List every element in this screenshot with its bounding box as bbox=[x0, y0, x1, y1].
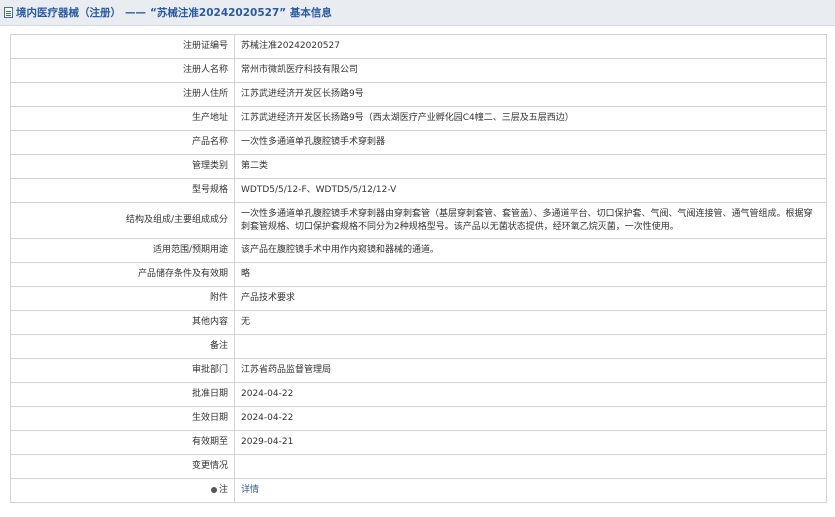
row-label: 注册人住所 bbox=[10, 82, 235, 107]
row-label: 结构及组成/主要组成成分 bbox=[10, 202, 235, 239]
detail-link[interactable]: 详情 bbox=[241, 485, 259, 495]
row-label: 生产地址 bbox=[10, 106, 235, 131]
row-value: 江苏武进经济开发区长扬路9号（西太湖医疗产业孵化园C4幢二、三层及五层西边） bbox=[234, 106, 827, 131]
row-value: 一次性多通道单孔腹腔镜手术穿刺器 bbox=[234, 130, 827, 155]
bullet-icon bbox=[210, 486, 217, 493]
row-label: 管理类别 bbox=[10, 154, 235, 179]
table-row: 注册证编号 苏械注准20242020527 bbox=[10, 34, 827, 59]
row-value: 2024-04-22 bbox=[234, 406, 827, 431]
row-label: 产品名称 bbox=[10, 130, 235, 155]
table-row: 批准日期 2024-04-22 bbox=[10, 382, 827, 407]
row-label: 备注 bbox=[10, 334, 235, 359]
row-value: 江苏武进经济开发区长扬路9号 bbox=[234, 82, 827, 107]
table-row: 有效期至 2029-04-21 bbox=[10, 430, 827, 455]
table-row: 变更情况 bbox=[10, 454, 827, 479]
table-row: 附件 产品技术要求 bbox=[10, 286, 827, 311]
row-value: 2024-04-22 bbox=[234, 382, 827, 407]
row-label: 有效期至 bbox=[10, 430, 235, 455]
row-label: 变更情况 bbox=[10, 454, 235, 479]
table-row: 备注 bbox=[10, 334, 827, 359]
page-header: 境内医疗器械（注册） —— “苏械注准20242020527” 基本信息 bbox=[0, 0, 835, 26]
table-row: 注册人名称 常州市微凯医疗科技有限公司 bbox=[10, 58, 827, 83]
table-row: 注册人住所 江苏武进经济开发区长扬路9号 bbox=[10, 82, 827, 107]
row-value: WDTD5/5/12-F、WDTD5/5/12/12-V bbox=[234, 178, 827, 203]
row-value bbox=[234, 454, 827, 479]
row-label: 审批部门 bbox=[10, 358, 235, 383]
row-label: 注册人名称 bbox=[10, 58, 235, 83]
table-row: 审批部门 江苏省药品监督管理局 bbox=[10, 358, 827, 383]
row-label: 型号规格 bbox=[10, 178, 235, 203]
row-value: 产品技术要求 bbox=[234, 286, 827, 311]
row-label: 适用范围/预期用途 bbox=[10, 238, 235, 263]
table-row: 适用范围/预期用途 该产品在腹腔镜手术中用作内窥镜和器械的通道。 bbox=[10, 238, 827, 263]
row-value: 详情 bbox=[234, 478, 827, 503]
row-label: 其他内容 bbox=[10, 310, 235, 335]
row-value: 苏械注准20242020527 bbox=[234, 34, 827, 59]
row-value bbox=[234, 334, 827, 359]
row-value: 一次性多通道单孔腹腔镜手术穿刺器由穿刺套管（基层穿刺套管、套管盖）、多通道平台、… bbox=[234, 202, 827, 239]
row-value: 该产品在腹腔镜手术中用作内窥镜和器械的通道。 bbox=[234, 238, 827, 263]
row-value: 无 bbox=[234, 310, 827, 335]
table-row: 生效日期 2024-04-22 bbox=[10, 406, 827, 431]
row-label: 注册证编号 bbox=[10, 34, 235, 59]
row-label: 附件 bbox=[10, 286, 235, 311]
row-label: 批准日期 bbox=[10, 382, 235, 407]
row-label: 产品储存条件及有效期 bbox=[10, 262, 235, 287]
row-value: 常州市微凯医疗科技有限公司 bbox=[234, 58, 827, 83]
row-value: 第二类 bbox=[234, 154, 827, 179]
row-label: 注 bbox=[10, 478, 235, 503]
table-row: 型号规格 WDTD5/5/12-F、WDTD5/5/12/12-V bbox=[10, 178, 827, 203]
info-table: 注册证编号 苏械注准20242020527 注册人名称 常州市微凯医疗科技有限公司 … bbox=[10, 34, 827, 503]
table-row: 产品名称 一次性多通道单孔腹腔镜手术穿刺器 bbox=[10, 130, 827, 155]
table-row: 管理类别 第二类 bbox=[10, 154, 827, 179]
note-label: 注 bbox=[218, 485, 228, 495]
table-row: 生产地址 江苏武进经济开发区长扬路9号（西太湖医疗产业孵化园C4幢二、三层及五层西… bbox=[10, 106, 827, 131]
table-row: 其他内容无 bbox=[10, 310, 827, 335]
row-value: 2029-04-21 bbox=[234, 430, 827, 455]
table-row: 结构及组成/主要组成成分 一次性多通道单孔腹腔镜手术穿刺器由穿刺套管（基层穿刺套管… bbox=[10, 202, 827, 239]
row-value: 江苏省药品监督管理局 bbox=[234, 358, 827, 383]
note-row: 注 详情 bbox=[10, 478, 827, 503]
document-icon bbox=[4, 7, 13, 18]
table-row: 产品储存条件及有效期略 bbox=[10, 262, 827, 287]
row-value: 略 bbox=[234, 262, 827, 287]
row-label: 生效日期 bbox=[10, 406, 235, 431]
page-title: 境内医疗器械（注册） —— “苏械注准20242020527” 基本信息 bbox=[16, 7, 332, 19]
